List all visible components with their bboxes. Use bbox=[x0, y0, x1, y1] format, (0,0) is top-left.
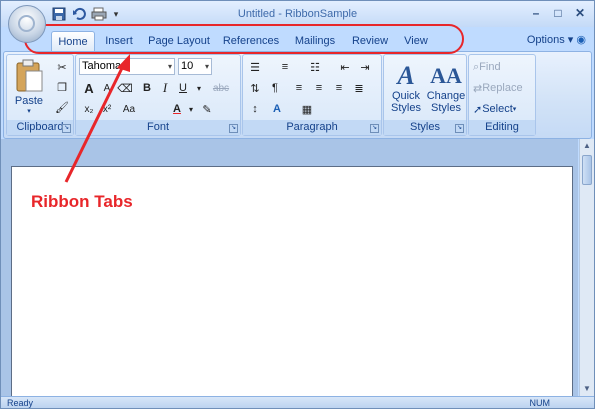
group-label-paragraph: Paragraph bbox=[243, 120, 381, 135]
group-label-editing: Editing bbox=[469, 120, 535, 135]
copy-icon[interactable]: ❐ bbox=[53, 78, 71, 96]
styles-launcher-icon[interactable]: ↘ bbox=[455, 124, 464, 133]
change-styles-label-1: Change bbox=[426, 90, 466, 102]
font-family-combo[interactable]: Tahoma ▾ bbox=[79, 58, 175, 75]
maximize-button[interactable]: □ bbox=[550, 6, 566, 20]
align-right-icon[interactable]: ≡ bbox=[330, 79, 348, 97]
office-button[interactable] bbox=[8, 5, 46, 43]
quick-styles-label-2: Styles bbox=[391, 102, 421, 114]
cut-icon[interactable]: ✂ bbox=[53, 58, 71, 76]
align-left-icon[interactable]: ≡ bbox=[290, 79, 308, 97]
office-logo-icon bbox=[18, 15, 35, 32]
numbering-icon[interactable]: ≡ bbox=[276, 58, 294, 76]
quick-styles-label-1: Quick bbox=[391, 90, 421, 102]
shading-icon[interactable]: A bbox=[268, 100, 286, 118]
font-size-combo[interactable]: 10 ▾ bbox=[178, 58, 212, 75]
replace-label: Replace bbox=[482, 82, 523, 94]
grow-font-icon[interactable]: A bbox=[80, 79, 98, 97]
minimize-button[interactable]: – bbox=[528, 6, 544, 20]
group-clipboard: Paste ▾ ✂ ❐ 🖌 Clipboard ↘ bbox=[6, 54, 74, 136]
chevron-down-icon: ▾ bbox=[167, 62, 172, 71]
group-font: Tahoma ▾ 10 ▾ A A ⌫ B I U ▾ abc x₂ x² Aa A… bbox=[75, 54, 241, 136]
format-painter-icon[interactable]: 🖌 bbox=[53, 98, 71, 116]
decrease-indent-icon[interactable]: ⇤ bbox=[336, 58, 354, 76]
change-styles-label-2: Styles bbox=[431, 102, 461, 114]
window-controls: – □ ✕ bbox=[528, 6, 588, 20]
font-launcher-icon[interactable]: ↘ bbox=[229, 124, 238, 133]
quick-styles-button[interactable]: A Quick Styles bbox=[386, 57, 426, 119]
chevron-down-icon: ▾ bbox=[204, 62, 209, 71]
italic-button[interactable]: I bbox=[156, 79, 174, 97]
change-case-icon[interactable]: Aa bbox=[118, 100, 140, 118]
change-styles-button[interactable]: AA Change Styles bbox=[426, 57, 466, 119]
sort-icon[interactable]: ⇅ bbox=[246, 79, 264, 97]
chevron-down-icon: ▾ bbox=[512, 106, 517, 113]
window-title: Untitled - RibbonSample bbox=[237, 8, 358, 20]
group-paragraph: ☰ ≡ ☷ ⇤ ⇥ ⇅ ¶ ≡ ≡ ≡ ≣ ↕ A ▦ Paragraph ↘ bbox=[242, 54, 382, 136]
close-button[interactable]: ✕ bbox=[572, 6, 588, 20]
paragraph-launcher-icon[interactable]: ↘ bbox=[370, 124, 379, 133]
annotation-label: Ribbon Tabs bbox=[31, 192, 133, 211]
paste-button[interactable]: Paste ▾ bbox=[9, 57, 49, 117]
change-styles-icon: AA bbox=[430, 63, 462, 88]
shrink-font-icon[interactable]: A bbox=[98, 79, 116, 97]
clear-formatting-icon[interactable]: ⌫ bbox=[116, 79, 134, 97]
line-spacing-icon[interactable]: ↕ bbox=[246, 100, 264, 118]
annotation-ellipse bbox=[24, 24, 464, 54]
group-styles: A Quick Styles AA Change Styles Styles ↘ bbox=[383, 54, 467, 136]
scroll-down-icon[interactable]: ▼ bbox=[580, 382, 594, 396]
options-label: Options bbox=[526, 34, 565, 46]
subscript-icon[interactable]: x₂ bbox=[80, 100, 98, 118]
increase-indent-icon[interactable]: ⇥ bbox=[356, 58, 374, 76]
multilevel-list-icon[interactable]: ☷ bbox=[306, 58, 324, 76]
clipboard-launcher-icon[interactable]: ↘ bbox=[62, 124, 71, 133]
show-formatting-icon[interactable]: ¶ bbox=[266, 79, 284, 97]
replace-icon: ⇄ bbox=[473, 82, 483, 95]
group-label-font: Font bbox=[76, 120, 240, 135]
replace-button[interactable]: ⇄ Replace bbox=[473, 80, 523, 96]
strikethrough-icon[interactable]: abc bbox=[206, 79, 236, 97]
bold-button[interactable]: B bbox=[138, 79, 156, 97]
bullets-icon[interactable]: ☰ bbox=[246, 58, 264, 76]
find-button[interactable]: ⌕ Find bbox=[473, 59, 501, 75]
cursor-icon: ➚ bbox=[473, 103, 483, 116]
group-editing: ⌕ Find ⇄ Replace ➚ Select ▾ Editing bbox=[468, 54, 536, 136]
status-ready: Ready bbox=[7, 398, 34, 408]
status-num: NUM bbox=[529, 398, 551, 408]
scroll-up-icon[interactable]: ▲ bbox=[580, 139, 594, 153]
select-button[interactable]: ➚ Select ▾ bbox=[473, 101, 516, 117]
chevron-down-icon: ▾ bbox=[564, 34, 574, 46]
options-menu[interactable]: Options ▾ ◉ bbox=[527, 33, 586, 46]
help-icon[interactable]: ◉ bbox=[576, 34, 586, 46]
find-label: Find bbox=[479, 61, 501, 73]
chevron-down-icon: ▾ bbox=[27, 108, 31, 115]
font-family-value: Tahoma bbox=[82, 60, 122, 72]
clipboard-icon bbox=[16, 59, 43, 92]
ribbon: Paste ▾ ✂ ❐ 🖌 Clipboard ↘ Tahoma ▾ 10 ▾ A … bbox=[3, 51, 592, 139]
superscript-icon[interactable]: x² bbox=[98, 100, 116, 118]
justify-icon[interactable]: ≣ bbox=[350, 79, 368, 97]
align-center-icon[interactable]: ≡ bbox=[310, 79, 328, 97]
quick-styles-icon: A bbox=[397, 61, 415, 90]
scrollbar-thumb[interactable] bbox=[582, 155, 592, 185]
borders-icon[interactable]: ▦ bbox=[298, 100, 316, 118]
group-label-styles: Styles bbox=[384, 120, 466, 135]
paste-label: Paste bbox=[14, 95, 44, 107]
vertical-scrollbar[interactable]: ▲ ▼ bbox=[579, 139, 594, 396]
font-size-value: 10 bbox=[181, 60, 194, 72]
status-bar: Ready NUM bbox=[1, 396, 594, 408]
highlight-icon[interactable]: ✎ bbox=[198, 100, 216, 118]
select-label: Select bbox=[482, 103, 513, 115]
